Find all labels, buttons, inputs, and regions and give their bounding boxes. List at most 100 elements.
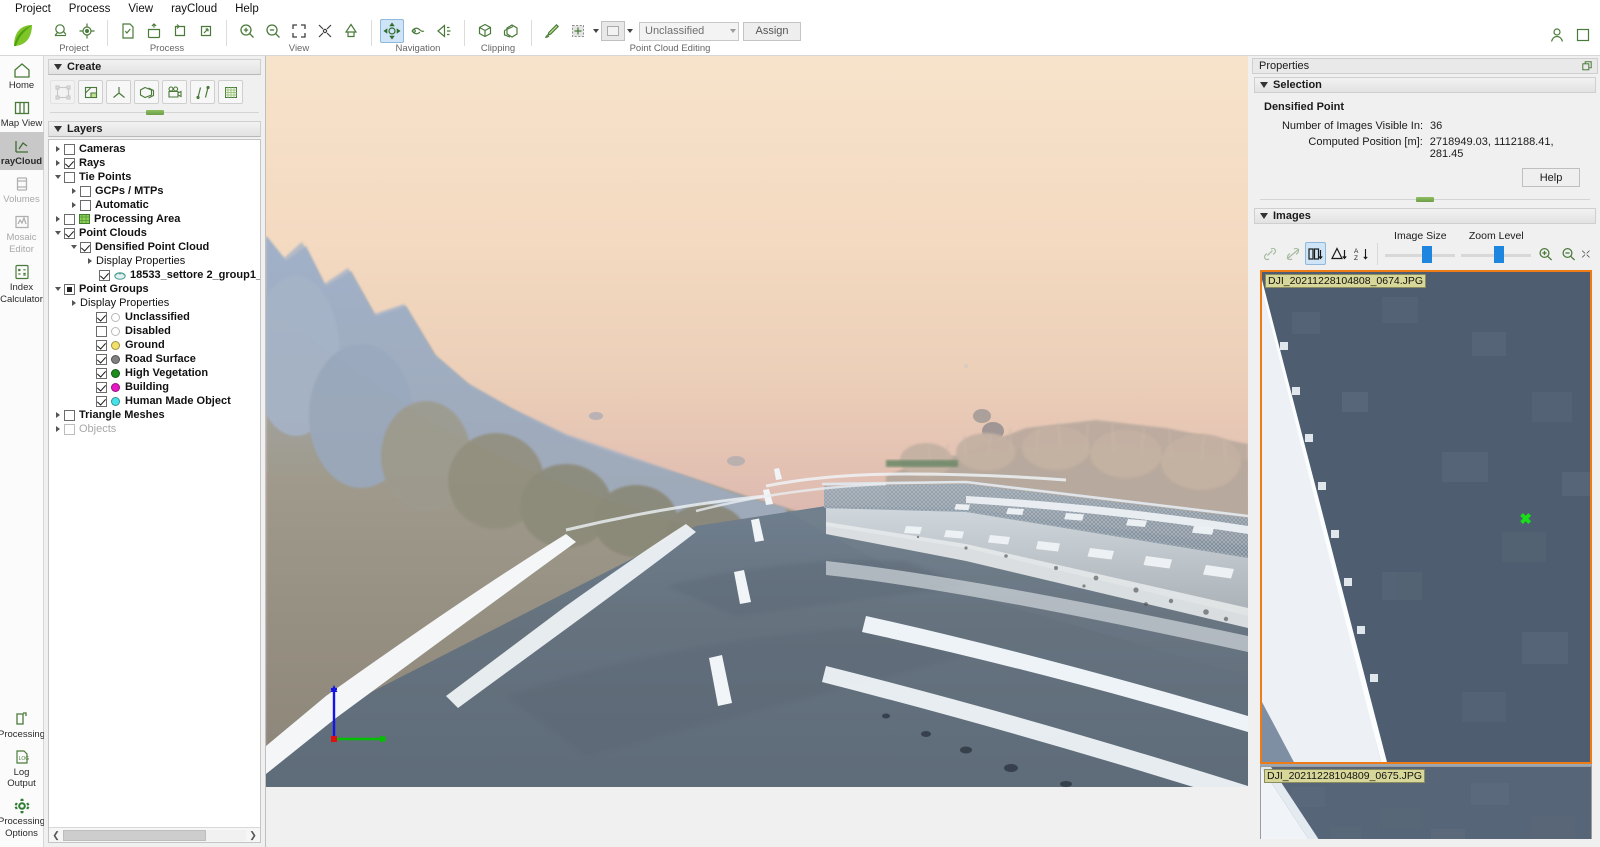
window-restore-icon[interactable] (1571, 23, 1595, 47)
chevron-right-icon[interactable] (67, 184, 80, 198)
layer-checkbox-automatic[interactable] (80, 199, 91, 211)
layer-row-disabled[interactable]: Disabled (49, 324, 260, 338)
layer-row-tie-points[interactable]: Tie Points (49, 170, 260, 184)
create-panel-header[interactable]: Create (48, 59, 261, 75)
layer-row-point-clouds[interactable]: Point Clouds (49, 226, 260, 240)
chevron-right-icon[interactable] (67, 296, 80, 310)
layer-row-objects[interactable]: Objects (49, 422, 260, 436)
new-polyline-button[interactable] (190, 80, 215, 104)
layers-panel-header[interactable]: Layers (48, 121, 261, 137)
chevron-right-icon[interactable] (51, 212, 64, 226)
image-size-slider-knob[interactable] (1422, 246, 1433, 263)
shape-select-chevron-down-icon[interactable] (625, 19, 635, 43)
layer-checkbox-processing-area[interactable] (64, 213, 75, 225)
layer-checkbox-point-clouds[interactable] (64, 227, 75, 239)
sidebar-item-log-output[interactable]: LOG Log Output (0, 743, 44, 792)
point-group-color-swatch-ground[interactable] (111, 340, 120, 350)
chevron-right-icon[interactable] (67, 198, 80, 212)
assign-button[interactable]: Assign (743, 21, 801, 41)
layer-row-display-properties-2[interactable]: Display Properties (49, 296, 260, 310)
unlink-images-icon[interactable] (1283, 242, 1304, 265)
user-account-icon[interactable] (1545, 23, 1569, 47)
layer-checkbox-cameras[interactable] (64, 143, 75, 155)
new-surface-button[interactable] (218, 80, 243, 104)
fly-navigation-icon[interactable] (406, 19, 430, 43)
layer-checkbox-objects[interactable] (64, 423, 75, 435)
layer-row-ground[interactable]: Ground (49, 338, 260, 352)
rematch-icon[interactable] (194, 19, 218, 43)
layer-row-point-groups[interactable]: Point Groups (49, 282, 260, 296)
raycloud-3d-viewport[interactable] (266, 56, 1248, 817)
sort-by-size-icon[interactable] (1305, 242, 1326, 265)
layer-row-high-vegetation[interactable]: High Vegetation (49, 366, 260, 380)
processing-options-doc-icon[interactable] (116, 19, 140, 43)
sort-alphabetical-icon[interactable]: A Z (1350, 242, 1371, 265)
layer-checkbox-ground[interactable] (96, 339, 107, 351)
fit-images-icon[interactable] (1580, 242, 1592, 265)
splitter-grip[interactable] (145, 110, 164, 115)
layer-checkbox-point-groups[interactable] (64, 283, 75, 295)
layer-row-unclassified[interactable]: Unclassified (49, 310, 260, 324)
layer-row-rays[interactable]: Rays (49, 156, 260, 170)
new-orthoplane-button[interactable] (78, 80, 103, 104)
new-object-button[interactable] (134, 80, 159, 104)
splitter-grip[interactable] (1416, 197, 1434, 202)
layer-checkbox-unclassified[interactable] (96, 311, 107, 323)
sidebar-item-mosaic-editor[interactable]: Mosaic Editor (0, 208, 44, 258)
layer-checkbox-rays[interactable] (64, 157, 75, 169)
zoom-out-icon[interactable] (261, 19, 285, 43)
layer-row-point-cloud-group[interactable]: 18533_settore 2_group1_d (49, 268, 260, 282)
menu-item-view[interactable]: View (119, 1, 162, 17)
layer-checkbox-densified-point-cloud[interactable] (80, 241, 91, 253)
point-group-color-swatch-disabled[interactable] (111, 326, 120, 336)
zoom-in-icon[interactable] (1535, 242, 1556, 265)
sort-by-angle-icon[interactable] (1328, 242, 1349, 265)
images-section-header[interactable]: Images (1254, 208, 1596, 224)
chevron-right-icon[interactable] (83, 254, 96, 268)
layer-row-processing-area[interactable]: Processing Area (49, 212, 260, 226)
reoptimize-icon[interactable] (168, 19, 192, 43)
sidebar-item-processing-options[interactable]: Processing Options (0, 792, 45, 847)
layer-checkbox-building[interactable] (96, 381, 107, 393)
layer-row-display-properties-1[interactable]: Display Properties (49, 254, 260, 268)
layer-checkbox-tie-points[interactable] (64, 171, 75, 183)
zoom-selection-icon[interactable] (313, 19, 337, 43)
layer-row-gcps-mtps[interactable]: GCPs / MTPs (49, 184, 260, 198)
clipping-plane-icon[interactable] (499, 19, 523, 43)
sidebar-item-raycloud[interactable]: rayCloud (0, 132, 44, 170)
point-group-color-swatch-unclassified[interactable] (111, 312, 120, 322)
menu-item-project[interactable]: Project (6, 1, 60, 17)
image-size-slider[interactable] (1385, 245, 1456, 265)
chevron-right-icon[interactable] (51, 422, 64, 436)
camera-view-icon[interactable] (339, 19, 363, 43)
point-group-color-swatch-high-vegetation[interactable] (111, 368, 120, 378)
orbit-navigation-icon[interactable] (380, 19, 404, 43)
shape-select-icon[interactable] (601, 21, 625, 41)
point-group-color-swatch-road-surface[interactable] (111, 354, 120, 364)
help-button[interactable]: Help (1522, 168, 1580, 187)
layer-row-cameras[interactable]: Cameras (49, 142, 260, 156)
layer-checkbox-disabled[interactable] (96, 325, 107, 337)
chevron-down-icon[interactable] (51, 170, 64, 184)
layer-checkbox-gcps-mtps[interactable] (80, 185, 91, 197)
zoom-in-icon[interactable] (235, 19, 259, 43)
chevron-right-icon[interactable] (51, 408, 64, 422)
project-new-icon[interactable] (49, 19, 73, 43)
selection-section-header[interactable]: Selection (1254, 77, 1596, 93)
layer-checkbox-triangle-meshes[interactable] (64, 409, 75, 421)
sidebar-item-map-view[interactable]: Map View (0, 94, 44, 132)
chevron-right-icon[interactable] (51, 156, 64, 170)
clipping-box-icon[interactable] (473, 19, 497, 43)
layer-row-road-surface[interactable]: Road Surface (49, 352, 260, 366)
chevron-right-icon[interactable] (51, 142, 64, 156)
zoom-level-slider-knob[interactable] (1494, 246, 1505, 263)
layers-tree[interactable]: Cameras Rays Tie Points GCPs / MTPs Automati… (49, 140, 260, 827)
zoom-level-slider[interactable] (1461, 245, 1532, 265)
fit-to-view-icon[interactable] (287, 19, 311, 43)
point-group-color-swatch-human-made-object[interactable] (111, 396, 120, 406)
view-direction-icon[interactable] (432, 19, 456, 43)
right-panel-splitter[interactable] (1254, 194, 1596, 205)
chevron-down-icon[interactable] (51, 282, 64, 296)
image-thumbnail-selected[interactable]: DJI_20211228104808_0674.JPG ✖ (1260, 270, 1592, 764)
chevron-down-icon[interactable] (51, 226, 64, 240)
